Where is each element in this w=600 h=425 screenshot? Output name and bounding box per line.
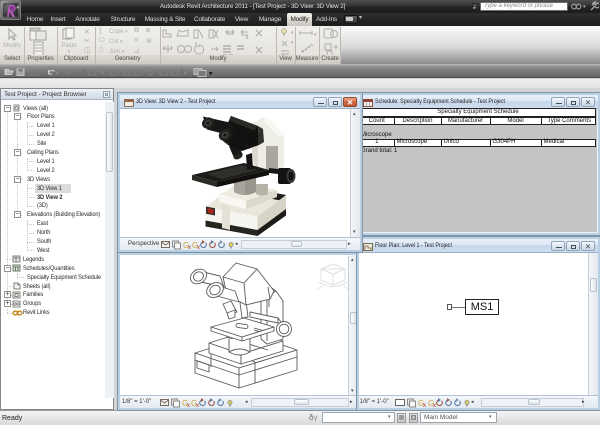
svg-text:▾: ▾ — [314, 32, 317, 38]
svg-text:▾: ▾ — [291, 40, 294, 46]
svg-text:▾: ▾ — [184, 71, 187, 77]
svg-text:x: x — [433, 403, 436, 408]
svg-text:▾: ▾ — [209, 71, 213, 78]
svg-text:x: x — [423, 403, 426, 408]
svg-text:x: x — [188, 245, 191, 250]
svg-text:x: x — [196, 403, 199, 408]
svg-text:x: x — [187, 403, 190, 408]
svg-text:x: x — [197, 245, 200, 250]
svg-text:▾: ▾ — [291, 30, 294, 36]
svg-text:▾: ▾ — [56, 71, 59, 77]
svg-text:A: A — [100, 70, 105, 77]
svg-text:▾: ▾ — [73, 71, 76, 77]
